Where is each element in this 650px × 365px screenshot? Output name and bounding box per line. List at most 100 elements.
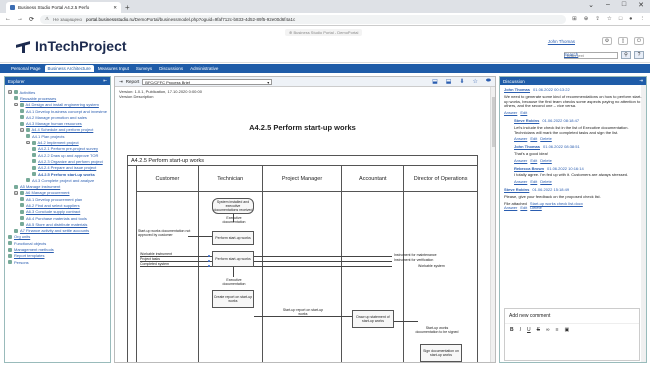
expand-icon[interactable]: ⊟: [8, 90, 12, 94]
comment-delete-link[interactable]: Delete: [530, 205, 542, 210]
tree-item-label[interactable]: A4.1 Plan projects: [32, 134, 64, 139]
comment-author[interactable]: John Thomas: [514, 144, 540, 149]
comment-author[interactable]: Steve Robins: [504, 187, 529, 192]
tree-item-label[interactable]: A6.5 Store and distribute materials: [26, 222, 87, 227]
print-icon[interactable]: ⬬: [486, 78, 491, 85]
power-icon[interactable]: ⏻: [634, 37, 644, 45]
comment-author[interactable]: John Thomas: [504, 87, 530, 92]
tree-item[interactable]: Persons: [8, 259, 107, 265]
nav-business-architecture[interactable]: Business Architecture: [44, 65, 94, 72]
comment-answer-link[interactable]: Answer: [504, 205, 517, 210]
share-icon[interactable]: ⇪: [595, 16, 600, 22]
document-icon[interactable]: ▯: [618, 37, 628, 45]
url-field[interactable]: ⚠ Не защищено portal.businessstudio.ru/D…: [40, 14, 567, 24]
zoom-icon[interactable]: ⊕: [584, 16, 589, 22]
tree-item-label[interactable]: A4.4 Schedule and perform project: [32, 127, 94, 132]
link-icon[interactable]: ∞: [546, 327, 550, 333]
tree-item-label[interactable]: A4.2.4 Prepare and issue project: [38, 165, 96, 170]
nav-personal-page[interactable]: Personal Page: [8, 65, 44, 72]
back-icon[interactable]: ←: [5, 16, 11, 22]
tree-item-label[interactable]: Functional objects: [14, 241, 46, 246]
tree-item-label[interactable]: A4.2 Implement project: [38, 140, 79, 145]
tree-item-label[interactable]: Reusable processes: [20, 96, 56, 101]
extensions-icon[interactable]: □: [619, 16, 622, 22]
nav-administrative[interactable]: Administrative: [187, 65, 221, 72]
expand-icon[interactable]: ⊟: [14, 102, 18, 107]
tree-item-label[interactable]: Activities: [20, 90, 36, 95]
comment-edit-link[interactable]: Edit: [520, 205, 527, 210]
search-label[interactable]: Search: [564, 52, 578, 57]
export-doc-icon[interactable]: ⬓: [446, 78, 452, 85]
tree-item-label[interactable]: A4.2.3 Organize and perform project: [38, 159, 103, 164]
comment-delete-link[interactable]: Delete: [540, 136, 552, 141]
nav-measures-input[interactable]: Measures Input: [95, 65, 132, 72]
activity-perform-startup[interactable]: Perform start-up works: [212, 231, 254, 245]
tree-item-label[interactable]: A4.3 Manage human resources: [26, 121, 82, 126]
tree-item-label[interactable]: A4.2.2 Draw up and approve TOR: [38, 153, 98, 158]
collapse-panel-icon[interactable]: ⇤: [103, 78, 107, 84]
comment-delete-link[interactable]: Delete: [540, 179, 552, 184]
report-select[interactable]: BFC/CFFC Process Brief ▾: [142, 78, 273, 85]
bookmark-icon[interactable]: ☆: [607, 16, 612, 22]
tree-item-label[interactable]: A4.2 Manage promotion and sales: [26, 115, 87, 120]
activity-create-report[interactable]: Create report on start-up works: [212, 290, 254, 308]
comment-edit-link[interactable]: Edit: [530, 158, 537, 163]
profile-icon[interactable]: ●: [629, 16, 632, 22]
new-tab-button[interactable]: +: [125, 2, 130, 13]
settings-icon[interactable]: ⚙: [602, 37, 612, 45]
comment-answer-link[interactable]: Answer: [514, 136, 527, 141]
tree-item-label[interactable]: A7 Finance activity and settle accounts: [20, 228, 89, 233]
tree-item-label[interactable]: A4.1 Develop business concept and invest…: [26, 109, 107, 114]
user-name-link[interactable]: John Thomas: [548, 39, 575, 44]
activity-perform-startup-works[interactable]: Perform start-up works: [212, 251, 254, 267]
collapse-panel-icon[interactable]: ⇥: [639, 78, 643, 84]
italic-icon[interactable]: I: [520, 327, 521, 333]
image-icon[interactable]: ▣: [564, 327, 569, 333]
tree-item-label[interactable]: Management methods: [14, 247, 54, 252]
browser-tab[interactable]: Business Studio Portal A4.2.5 Perfo ✕: [6, 2, 121, 13]
search-icon[interactable]: ⚲: [621, 51, 631, 59]
tree-item-label[interactable]: A6.2 Find and select suppliers: [26, 203, 80, 208]
underline-icon[interactable]: U: [527, 327, 531, 333]
document-scrollbar[interactable]: [490, 87, 495, 362]
export-pdf-icon[interactable]: ⬓: [432, 78, 438, 85]
event-system-installed[interactable]: System installed and executive documenta…: [212, 198, 254, 214]
expand-icon[interactable]: ⊟: [14, 191, 18, 195]
menu-icon[interactable]: ⋮: [640, 16, 646, 22]
tree-item-label[interactable]: A6.4 Purchase materials and tools: [26, 216, 87, 221]
translate-icon[interactable]: ⊞: [572, 16, 577, 22]
comment-answer-link[interactable]: Answer: [514, 179, 527, 184]
tree-item-label[interactable]: Org units: [14, 234, 30, 239]
strikethrough-icon[interactable]: S: [537, 327, 540, 333]
help-icon[interactable]: ?: [634, 51, 644, 59]
list-icon[interactable]: ≡: [556, 327, 559, 333]
comment-author[interactable]: Steve Robins: [514, 118, 539, 123]
comment-author[interactable]: Rebecca Brown: [514, 166, 544, 171]
expand-icon[interactable]: ⊟: [20, 128, 24, 132]
nav-discussions[interactable]: Discussions: [156, 65, 186, 72]
comment-edit-link[interactable]: Edit: [530, 136, 537, 141]
download-icon[interactable]: ⬇: [459, 78, 464, 85]
tree-item-label[interactable]: A4 Design and install engineering system: [26, 102, 99, 107]
nav-surveys[interactable]: Surveys: [133, 65, 155, 72]
bold-icon[interactable]: B: [510, 327, 514, 333]
tree-item-label[interactable]: A6.1 Develop procurement plan: [26, 197, 82, 202]
tree-item-label[interactable]: A5 Manage instrument: [20, 184, 60, 189]
tree-item-label[interactable]: Persons: [14, 260, 29, 265]
tab-close-icon[interactable]: ✕: [113, 5, 117, 11]
tree-item-label[interactable]: Report templates: [14, 253, 44, 258]
comment-answer-link[interactable]: Answer: [504, 110, 517, 115]
reload-icon[interactable]: ⟳: [29, 16, 34, 23]
tree-item-label[interactable]: A6 Manage procurement: [26, 190, 70, 195]
tree-item-label[interactable]: A4.2.1 Perform pre-project survey: [38, 146, 98, 151]
comment-delete-link[interactable]: Delete: [540, 158, 552, 163]
app-logo[interactable]: InTechProject: [16, 38, 127, 54]
activity-draw-up-statement[interactable]: Draw up statement of start-up works: [352, 310, 394, 328]
comment-answer-link[interactable]: Answer: [514, 158, 527, 163]
activity-sign-documentation[interactable]: Sign documentation on start-up works: [420, 344, 462, 362]
maximize-icon[interactable]: □: [622, 1, 626, 9]
forward-icon[interactable]: →: [17, 16, 23, 22]
comment-edit-link[interactable]: Edit: [520, 110, 527, 115]
comment-edit-link[interactable]: Edit: [530, 179, 537, 184]
collapse-left-icon[interactable]: ⇥: [119, 79, 123, 85]
